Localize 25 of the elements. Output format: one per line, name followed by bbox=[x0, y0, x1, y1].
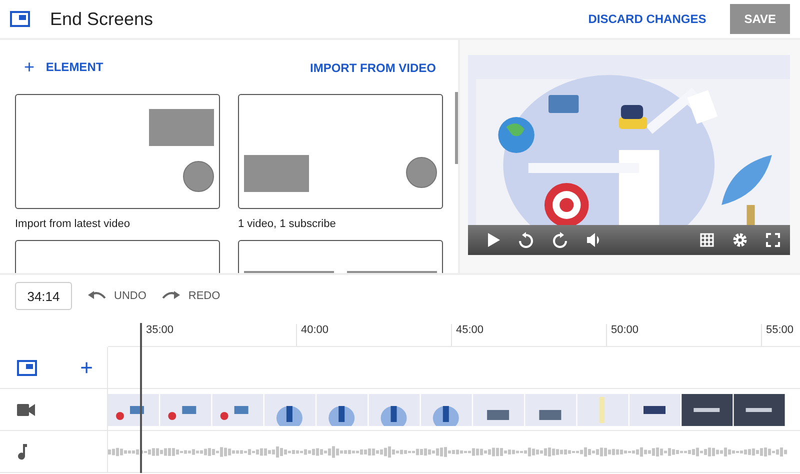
import-from-video-button[interactable]: IMPORT FROM VIDEO bbox=[310, 57, 436, 78]
volume-icon[interactable] bbox=[586, 232, 602, 248]
template-label: 1 video, 1 subscribe bbox=[238, 218, 337, 230]
grid-icon[interactable] bbox=[700, 233, 714, 247]
play-icon[interactable] bbox=[488, 233, 500, 247]
music-note-icon bbox=[17, 444, 27, 460]
redo-button[interactable]: REDO bbox=[162, 290, 220, 302]
time-field[interactable]: 34:14 bbox=[15, 282, 72, 310]
undo-icon bbox=[88, 291, 106, 301]
page-title: End Screens bbox=[50, 8, 154, 30]
rewind-icon[interactable] bbox=[518, 232, 534, 248]
template-card[interactable] bbox=[238, 94, 443, 209]
template-label: Import from latest video bbox=[15, 218, 131, 230]
fast-forward-icon[interactable] bbox=[552, 232, 568, 248]
end-screen-icon bbox=[10, 11, 30, 27]
video-camera-icon bbox=[17, 404, 35, 416]
undo-button[interactable]: UNDO bbox=[88, 290, 146, 302]
template-card[interactable] bbox=[15, 94, 220, 209]
scrollbar[interactable] bbox=[455, 92, 458, 164]
add-element-button[interactable]: + bbox=[80, 356, 93, 378]
discard-changes-button[interactable]: DISCARD CHANGES bbox=[580, 6, 714, 32]
settings-icon[interactable] bbox=[732, 232, 748, 248]
redo-icon bbox=[162, 291, 180, 301]
fullscreen-icon[interactable] bbox=[766, 233, 780, 247]
end-screen-icon bbox=[17, 360, 37, 376]
